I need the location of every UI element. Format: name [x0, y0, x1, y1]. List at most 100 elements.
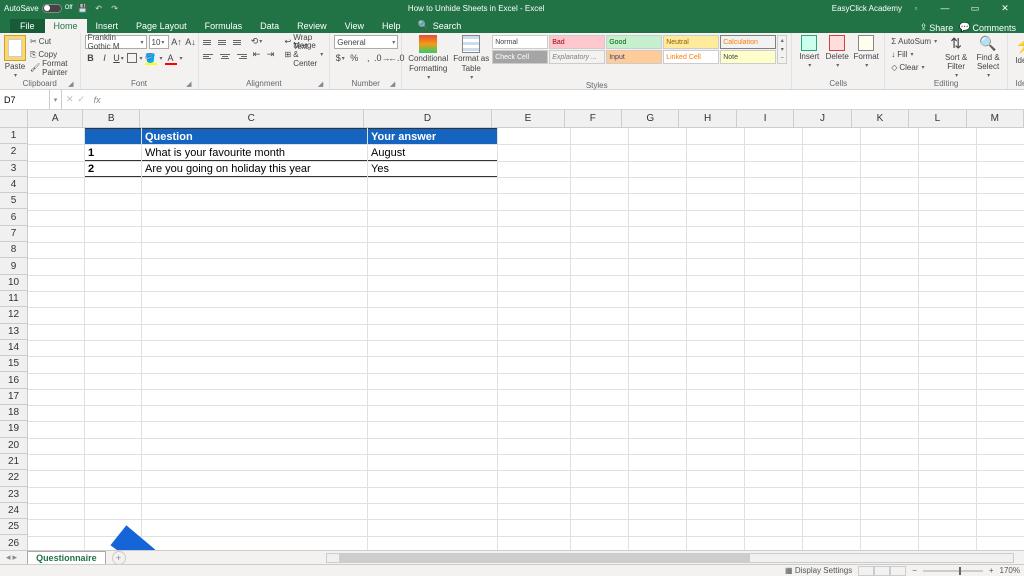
row-header[interactable]: 16 [0, 372, 27, 388]
row-header[interactable]: 13 [0, 324, 27, 340]
table-header-blank[interactable] [85, 129, 142, 145]
align-center-button[interactable] [218, 50, 232, 62]
ideas-button[interactable]: ⚡Ideas [1012, 35, 1024, 65]
underline-button[interactable]: U▾ [113, 52, 125, 64]
fill-color-button[interactable]: 🪣 [145, 52, 157, 64]
table-header-question[interactable]: Question [142, 129, 368, 145]
decrease-indent-button[interactable]: ⇤ [251, 48, 263, 60]
style-input[interactable]: Input [606, 50, 662, 64]
style-calculation[interactable]: Calculation [720, 35, 776, 49]
cell-number[interactable]: 2 [85, 161, 142, 177]
column-header[interactable]: C [140, 110, 364, 127]
row-header[interactable]: 8 [0, 242, 27, 258]
enter-icon[interactable]: ✓ [78, 94, 86, 105]
row-header[interactable]: 12 [0, 307, 27, 323]
increase-decimal-button[interactable]: .0→ [376, 52, 388, 64]
column-header[interactable]: J [794, 110, 851, 127]
align-right-button[interactable] [233, 50, 247, 62]
column-header[interactable]: G [622, 110, 679, 127]
font-size-select[interactable]: 10▾ [149, 35, 169, 49]
row-header[interactable]: 10 [0, 275, 27, 291]
column-header[interactable]: F [565, 110, 622, 127]
cell-number[interactable]: 1 [85, 145, 142, 161]
tell-me-search[interactable]: 🔍 Search [410, 18, 470, 33]
name-box[interactable]: D7 [0, 90, 50, 109]
style-check-cell[interactable]: Check Cell [492, 50, 548, 64]
style-explanatory[interactable]: Explanatory ... [549, 50, 605, 64]
tab-review[interactable]: Review [288, 19, 336, 33]
row-header[interactable]: 17 [0, 389, 27, 405]
dialog-launcher-icon[interactable]: ◢ [186, 80, 191, 88]
merge-center-button[interactable]: ⊞Merge & Center▾ [283, 48, 326, 61]
account-name[interactable]: EasyClick Academy [832, 4, 902, 13]
accounting-format-button[interactable]: $▾ [334, 52, 346, 64]
row-header[interactable]: 11 [0, 291, 27, 307]
delete-cells-button[interactable]: Delete▾ [824, 35, 850, 69]
increase-font-icon[interactable]: A↑ [171, 36, 183, 48]
tab-view[interactable]: View [336, 19, 373, 33]
display-settings-button[interactable]: ▦ Display Settings [785, 566, 852, 575]
column-header[interactable]: A [28, 110, 83, 127]
cell-question[interactable]: Are you going on holiday this year [142, 161, 368, 177]
style-linked-cell[interactable]: Linked Cell [663, 50, 719, 64]
styles-more-button[interactable]: ▴▾⎯ [777, 35, 787, 64]
name-box-dropdown[interactable]: ▾ [50, 90, 62, 109]
save-icon[interactable]: 💾 [77, 2, 89, 14]
dialog-launcher-icon[interactable]: ◢ [68, 80, 73, 88]
table-header-answer[interactable]: Your answer [368, 129, 498, 145]
minimize-button[interactable]: — [930, 0, 960, 16]
decrease-font-icon[interactable]: A↓ [185, 36, 197, 48]
fx-icon[interactable]: fx [89, 95, 105, 105]
format-as-table-button[interactable]: Format asTable▾ [452, 35, 490, 81]
column-header[interactable]: L [909, 110, 966, 127]
cell-answer[interactable]: Yes [368, 161, 498, 177]
tab-help[interactable]: Help [373, 19, 410, 33]
column-header[interactable]: H [679, 110, 736, 127]
row-header[interactable]: 22 [0, 470, 27, 486]
cell-styles-gallery[interactable]: Normal Bad Good Neutral Calculation Chec… [492, 35, 776, 64]
sheet-nav-first-icon[interactable]: ◂ [6, 552, 11, 563]
style-good[interactable]: Good [606, 35, 662, 49]
row-header[interactable]: 4 [0, 177, 27, 193]
dialog-launcher-icon[interactable]: ◢ [390, 80, 395, 88]
row-header[interactable]: 25 [0, 519, 27, 535]
tab-page-layout[interactable]: Page Layout [127, 19, 196, 33]
tab-formulas[interactable]: Formulas [196, 19, 252, 33]
normal-view-button[interactable] [858, 566, 874, 576]
sheet-tab-questionnaire[interactable]: Questionnaire [27, 551, 106, 564]
comments-button[interactable]: 💬Comments [959, 22, 1016, 33]
file-tab[interactable]: File [10, 19, 45, 33]
style-neutral[interactable]: Neutral [663, 35, 719, 49]
row-header[interactable]: 2 [0, 144, 27, 160]
row-header[interactable]: 18 [0, 405, 27, 421]
row-header[interactable]: 14 [0, 340, 27, 356]
format-painter-button[interactable]: 🖌Format Painter [28, 61, 76, 74]
insert-cells-button[interactable]: Insert▾ [796, 35, 822, 69]
row-header[interactable]: 21 [0, 454, 27, 470]
page-break-view-button[interactable] [890, 566, 906, 576]
horizontal-scrollbar[interactable] [326, 553, 1014, 563]
maximize-button[interactable]: ▭ [960, 0, 990, 16]
column-header[interactable]: B [83, 110, 139, 127]
autosave-toggle[interactable]: AutoSave Off [4, 4, 73, 13]
row-header[interactable]: 15 [0, 356, 27, 372]
format-cells-button[interactable]: Format▾ [852, 35, 880, 69]
tab-home[interactable]: Home [45, 19, 87, 33]
select-all-button[interactable] [0, 110, 28, 128]
dialog-launcher-icon[interactable]: ◢ [318, 80, 323, 88]
cell-answer[interactable]: August [368, 145, 498, 161]
zoom-slider[interactable] [923, 570, 983, 572]
decrease-decimal-button[interactable]: ←.0 [390, 52, 402, 64]
orientation-button[interactable]: ⟲▾ [251, 35, 263, 47]
bold-button[interactable]: B [85, 52, 97, 64]
conditional-formatting-button[interactable]: ConditionalFormatting▾ [406, 35, 450, 81]
clear-button[interactable]: ◇Clear▾ [889, 61, 939, 74]
share-button[interactable]: ⇪Share [920, 22, 954, 33]
worksheet-grid[interactable]: ABCDEFGHIJKLM 12345678910111213141516171… [0, 110, 1024, 550]
font-color-button[interactable]: A [165, 52, 177, 64]
row-header[interactable]: 20 [0, 438, 27, 454]
cut-button[interactable]: ✂Cut [28, 35, 76, 48]
column-header[interactable]: K [852, 110, 909, 127]
align-bottom-button[interactable] [233, 36, 247, 48]
new-sheet-button[interactable]: + [112, 551, 126, 565]
